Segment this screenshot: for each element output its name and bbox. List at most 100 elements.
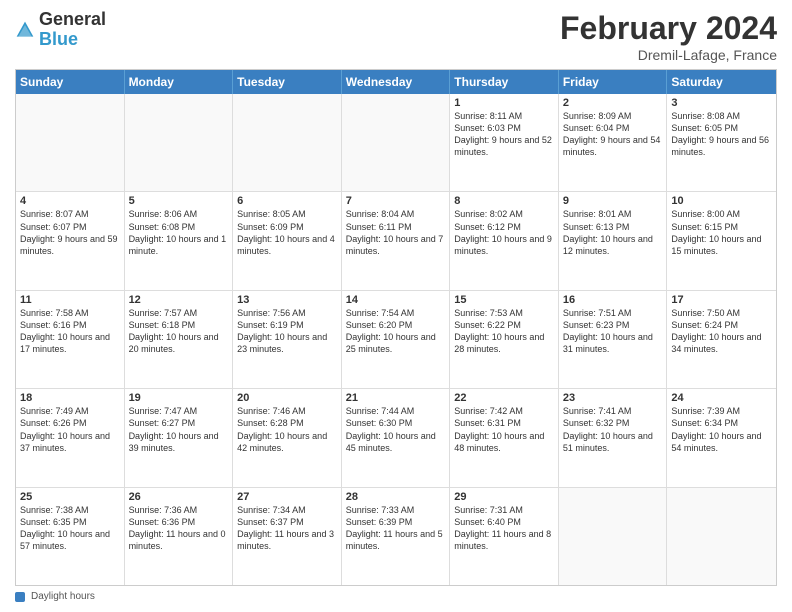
day-number: 24 [671, 392, 772, 404]
daylight-label: Daylight hours [31, 591, 95, 602]
calendar-cell: 3Sunrise: 8:08 AM Sunset: 6:05 PM Daylig… [667, 94, 776, 191]
day-number: 22 [454, 392, 554, 404]
calendar-cell: 29Sunrise: 7:31 AM Sunset: 6:40 PM Dayli… [450, 488, 559, 585]
day-number: 5 [129, 195, 229, 207]
logo-blue: Blue [39, 29, 78, 49]
day-number: 13 [237, 294, 337, 306]
calendar-cell [667, 488, 776, 585]
day-number: 15 [454, 294, 554, 306]
cell-info: Sunrise: 7:54 AM Sunset: 6:20 PM Dayligh… [346, 308, 436, 354]
calendar-row: 25 Sunrise: 7:38 AM Sunset: 6:35 PM Dayli… [16, 487, 776, 585]
weekday-header: Sunday [16, 70, 125, 94]
cell-info: Sunrise: 7:49 AM Sunset: 6:26 PM Dayligh… [20, 406, 110, 452]
day-number: 28 [346, 491, 446, 503]
cell-info: Sunrise: 8:02 AM Sunset: 6:12 PM Dayligh… [454, 209, 552, 255]
cell-info: Sunrise: 8:07 AM Sunset: 6:07 PM Dayligh… [20, 209, 118, 255]
logo-general: General [39, 9, 106, 29]
day-number: 20 [237, 392, 337, 404]
cell-info: Sunrise: 8:08 AM Sunset: 6:05 PM Dayligh… [671, 111, 769, 157]
calendar-cell: 2 Sunrise: 8:09 AM Sunset: 6:04 PM Daylig… [559, 94, 668, 191]
calendar-cell: 4 Sunrise: 8:07 AM Sunset: 6:07 PM Daylig… [16, 192, 125, 289]
calendar-cell: 6 Sunrise: 8:05 AM Sunset: 6:09 PM Daylig… [233, 192, 342, 289]
calendar-cell: 17 Sunrise: 7:50 AM Sunset: 6:24 PM Dayli… [667, 291, 776, 388]
day-number: 6 [237, 195, 337, 207]
cell-info: Sunrise: 7:50 AM Sunset: 6:24 PM Dayligh… [671, 308, 761, 354]
cell-info: Sunrise: 8:05 AM Sunset: 6:09 PM Dayligh… [237, 209, 335, 255]
day-number: 29 [454, 491, 554, 503]
cell-info: Sunrise: 7:42 AM Sunset: 6:31 PM Dayligh… [454, 406, 544, 452]
calendar-cell: 10 Sunrise: 8:00 AM Sunset: 6:15 PM Dayli… [667, 192, 776, 289]
day-number: 12 [129, 294, 229, 306]
day-number: 17 [671, 294, 772, 306]
calendar-cell: 11 Sunrise: 7:58 AM Sunset: 6:16 PM Dayli… [16, 291, 125, 388]
cell-info: Sunrise: 7:47 AM Sunset: 6:27 PM Dayligh… [129, 406, 219, 452]
cell-info: Sunrise: 7:34 AM Sunset: 6:37 PM Dayligh… [237, 505, 334, 551]
logo: General Blue [15, 10, 106, 50]
daylight-dot [15, 592, 25, 602]
calendar-cell: 7 Sunrise: 8:04 AM Sunset: 6:11 PM Daylig… [342, 192, 451, 289]
calendar-cell: 25 Sunrise: 7:38 AM Sunset: 6:35 PM Dayli… [16, 488, 125, 585]
cell-info: Sunrise: 7:58 AM Sunset: 6:16 PM Dayligh… [20, 308, 110, 354]
day-number: 27 [237, 491, 337, 503]
calendar-cell [342, 94, 451, 191]
day-number: 18 [20, 392, 120, 404]
day-number: 11 [20, 294, 120, 306]
cell-info: Sunrise: 7:57 AM Sunset: 6:18 PM Dayligh… [129, 308, 219, 354]
day-number: 7 [346, 195, 446, 207]
day-number: 14 [346, 294, 446, 306]
cell-info: Sunrise: 8:01 AM Sunset: 6:13 PM Dayligh… [563, 209, 653, 255]
day-number: 19 [129, 392, 229, 404]
day-number: 10 [671, 195, 772, 207]
location: Dremil-Lafage, France [560, 47, 777, 63]
day-number: 23 [563, 392, 663, 404]
weekday-header: Saturday [667, 70, 776, 94]
weekday-header: Tuesday [233, 70, 342, 94]
calendar-cell [125, 94, 234, 191]
cell-info: Sunrise: 8:04 AM Sunset: 6:11 PM Dayligh… [346, 209, 444, 255]
calendar-cell: 1Sunrise: 8:11 AM Sunset: 6:03 PM Daylig… [450, 94, 559, 191]
calendar-row: 4 Sunrise: 8:07 AM Sunset: 6:07 PM Daylig… [16, 191, 776, 289]
calendar-cell: 19 Sunrise: 7:47 AM Sunset: 6:27 PM Dayli… [125, 389, 234, 486]
cell-info: Sunrise: 7:51 AM Sunset: 6:23 PM Dayligh… [563, 308, 653, 354]
calendar-cell: 22 Sunrise: 7:42 AM Sunset: 6:31 PM Dayli… [450, 389, 559, 486]
weekday-header: Wednesday [342, 70, 451, 94]
cell-info: Sunrise: 7:38 AM Sunset: 6:35 PM Dayligh… [20, 505, 110, 551]
cell-info: Sunrise: 7:44 AM Sunset: 6:30 PM Dayligh… [346, 406, 436, 452]
cell-info: Sunrise: 7:53 AM Sunset: 6:22 PM Dayligh… [454, 308, 544, 354]
day-number: 26 [129, 491, 229, 503]
month-year: February 2024 [560, 10, 777, 47]
weekday-header: Monday [125, 70, 234, 94]
calendar-cell: 8Sunrise: 8:02 AM Sunset: 6:12 PM Daylig… [450, 192, 559, 289]
footer: Daylight hours [15, 591, 777, 602]
cell-info: Sunrise: 7:56 AM Sunset: 6:19 PM Dayligh… [237, 308, 327, 354]
calendar-cell: 18 Sunrise: 7:49 AM Sunset: 6:26 PM Dayli… [16, 389, 125, 486]
day-number: 25 [20, 491, 120, 503]
calendar-cell [559, 488, 668, 585]
calendar-row: 1Sunrise: 8:11 AM Sunset: 6:03 PM Daylig… [16, 94, 776, 191]
calendar-cell: 12 Sunrise: 7:57 AM Sunset: 6:18 PM Dayli… [125, 291, 234, 388]
calendar-cell: 14 Sunrise: 7:54 AM Sunset: 6:20 PM Dayli… [342, 291, 451, 388]
cell-info: Sunrise: 8:09 AM Sunset: 6:04 PM Dayligh… [563, 111, 661, 157]
calendar-cell: 26Sunrise: 7:36 AM Sunset: 6:36 PM Dayli… [125, 488, 234, 585]
calendar: SundayMondayTuesdayWednesdayThursdayFrid… [15, 69, 777, 586]
calendar-cell: 23Sunrise: 7:41 AM Sunset: 6:32 PM Dayli… [559, 389, 668, 486]
calendar-cell: 28Sunrise: 7:33 AM Sunset: 6:39 PM Dayli… [342, 488, 451, 585]
logo-text: General Blue [39, 10, 106, 50]
day-number: 16 [563, 294, 663, 306]
calendar-header: SundayMondayTuesdayWednesdayThursdayFrid… [16, 70, 776, 94]
calendar-cell: 5Sunrise: 8:06 AM Sunset: 6:08 PM Daylig… [125, 192, 234, 289]
page: General Blue February 2024 Dremil-Lafage… [0, 0, 792, 612]
title-block: February 2024 Dremil-Lafage, France [560, 10, 777, 63]
cell-info: Sunrise: 7:39 AM Sunset: 6:34 PM Dayligh… [671, 406, 761, 452]
calendar-cell: 16 Sunrise: 7:51 AM Sunset: 6:23 PM Dayli… [559, 291, 668, 388]
calendar-body: 1Sunrise: 8:11 AM Sunset: 6:03 PM Daylig… [16, 94, 776, 585]
calendar-cell: 24 Sunrise: 7:39 AM Sunset: 6:34 PM Dayli… [667, 389, 776, 486]
day-number: 2 [563, 97, 663, 109]
day-number: 4 [20, 195, 120, 207]
calendar-row: 18 Sunrise: 7:49 AM Sunset: 6:26 PM Dayli… [16, 388, 776, 486]
calendar-cell: 9Sunrise: 8:01 AM Sunset: 6:13 PM Daylig… [559, 192, 668, 289]
calendar-cell: 15 Sunrise: 7:53 AM Sunset: 6:22 PM Dayli… [450, 291, 559, 388]
calendar-cell [16, 94, 125, 191]
calendar-cell [233, 94, 342, 191]
cell-info: Sunrise: 8:00 AM Sunset: 6:15 PM Dayligh… [671, 209, 761, 255]
